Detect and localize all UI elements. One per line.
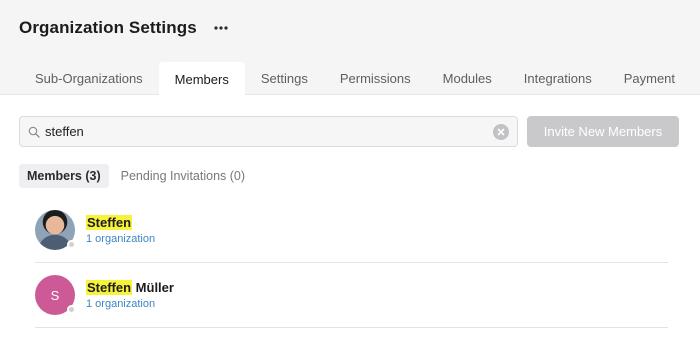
- more-horizontal-icon: [214, 26, 228, 30]
- member-info: Steffen Müller 1 organization: [86, 279, 174, 311]
- tab-settings[interactable]: Settings: [245, 62, 324, 95]
- name-highlight: Steffen: [86, 214, 133, 230]
- page-title: Organization Settings: [19, 18, 197, 37]
- clear-search-button[interactable]: [493, 123, 509, 140]
- name-rest: Müller: [132, 279, 174, 295]
- more-options-button[interactable]: [212, 19, 230, 37]
- member-row[interactable]: S Steffen Müller 1 organization: [35, 263, 668, 328]
- settings-tabs: Sub-Organizations Members Settings Permi…: [19, 62, 691, 96]
- subtab-members[interactable]: Members (3): [19, 164, 109, 188]
- member-name: Steffen Müller: [86, 279, 174, 296]
- avatar: S: [35, 275, 76, 315]
- member-info: Steffen 1 organization: [86, 214, 155, 246]
- tab-sub-organizations[interactable]: Sub-Organizations: [19, 62, 159, 95]
- subtab-pending-invitations[interactable]: Pending Invitations (0): [113, 164, 253, 188]
- status-indicator: [67, 240, 76, 249]
- tab-integrations[interactable]: Integrations: [508, 62, 608, 95]
- tab-modules[interactable]: Modules: [427, 62, 508, 95]
- member-organizations-link[interactable]: 1 organization: [86, 298, 174, 311]
- search-input[interactable]: [45, 117, 493, 146]
- tab-permissions[interactable]: Permissions: [324, 62, 427, 95]
- member-list: Steffen 1 organization S Steffen Müller …: [35, 198, 668, 328]
- settings-header: Organization Settings Sub-Organizations …: [0, 0, 700, 96]
- tab-payment[interactable]: Payment: [608, 62, 691, 95]
- member-organizations-link[interactable]: 1 organization: [86, 233, 155, 246]
- status-indicator: [67, 305, 76, 314]
- name-highlight: Steffen: [86, 279, 133, 295]
- avatar-initial: S: [50, 287, 60, 303]
- clear-icon: [497, 128, 505, 135]
- invite-new-members-button[interactable]: Invite New Members: [527, 116, 679, 147]
- title-row: Organization Settings: [19, 16, 230, 40]
- search-icon: [28, 126, 40, 138]
- member-row[interactable]: Steffen 1 organization: [35, 198, 668, 263]
- avatar: [35, 210, 76, 250]
- member-search-box: [19, 116, 518, 147]
- member-name: Steffen: [86, 214, 155, 231]
- tab-members[interactable]: Members: [158, 62, 245, 96]
- member-subtabs: Members (3) Pending Invitations (0): [19, 164, 253, 188]
